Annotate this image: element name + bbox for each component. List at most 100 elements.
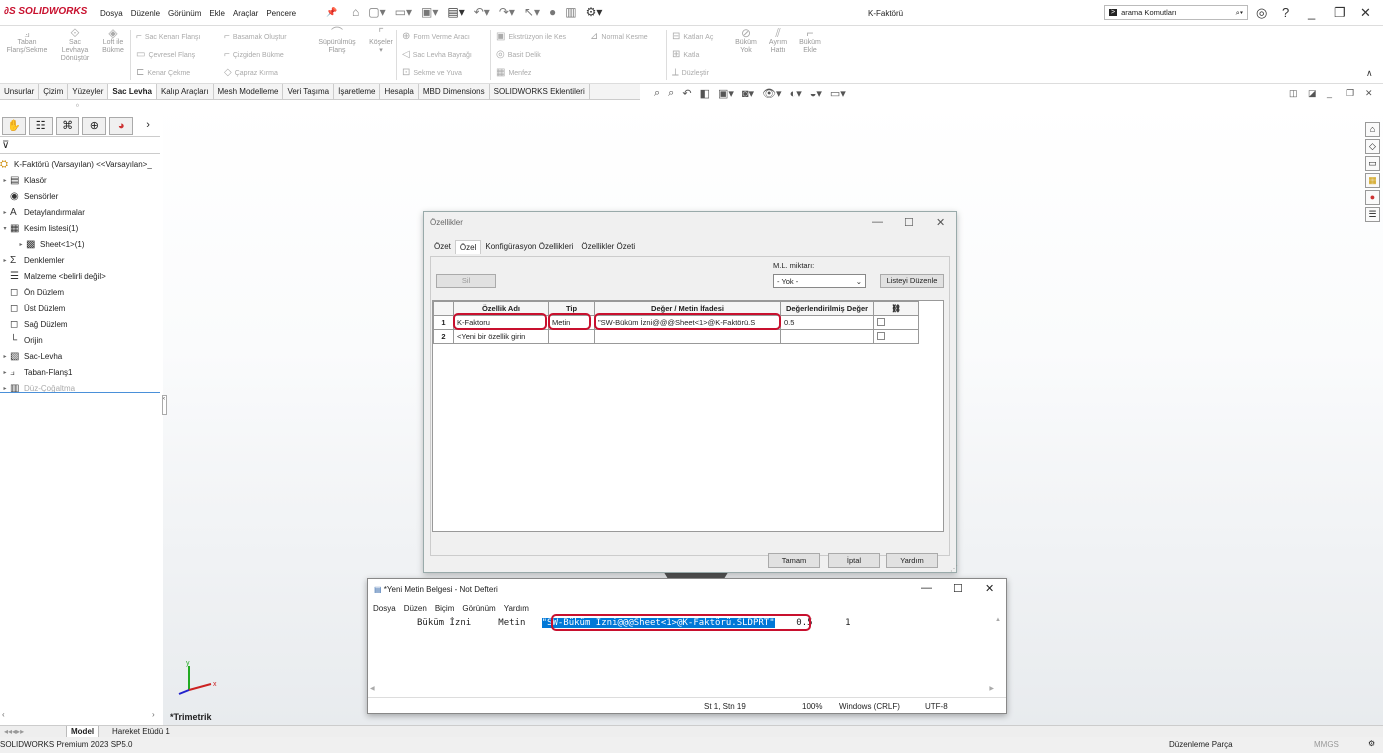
cmd-tab-3[interactable]: Sac Levha bbox=[108, 84, 157, 99]
notepad-menu-2[interactable]: Biçim bbox=[435, 604, 455, 613]
tile-icon[interactable]: ◫ bbox=[1289, 88, 1298, 99]
resize-grip[interactable]: ⋰ bbox=[950, 564, 958, 573]
tree-item[interactable]: ☰ Malzeme <belirli değil> bbox=[0, 268, 162, 284]
cmd-tab-9[interactable]: MBD Dimensions bbox=[419, 84, 490, 99]
configuration-tab-icon[interactable]: ⌘ bbox=[55, 117, 80, 135]
open-icon[interactable]: ▭▾ bbox=[395, 5, 412, 19]
flatten-button[interactable]: ⟂ Düzleştir bbox=[672, 67, 709, 78]
panel-grip[interactable]: ⁰ bbox=[76, 103, 79, 111]
help-icon[interactable]: ? bbox=[1282, 5, 1289, 20]
cmd-tab-5[interactable]: Mesh Modelleme bbox=[214, 84, 284, 99]
dialog-tab-1[interactable]: Özel bbox=[454, 240, 482, 254]
cmd-tab-8[interactable]: Hesapla bbox=[380, 84, 419, 99]
zoom-fit-icon[interactable]: ⌕ bbox=[654, 87, 660, 100]
tree-root[interactable]: ⛭ K-Faktörü (Varsayılan) <<Varsayılan>_ bbox=[0, 156, 162, 172]
delete-button[interactable]: Sil bbox=[436, 274, 496, 288]
base-flange-button[interactable]: ⟓ Taban Flanş/Sekme bbox=[4, 27, 50, 55]
feature-tree-tab-icon[interactable]: ✋ bbox=[2, 117, 26, 135]
extruded-cut-button[interactable]: ▣ Ekstrüzyon ile Kes bbox=[496, 31, 566, 42]
dimxpert-tab-icon[interactable]: ⊕ bbox=[82, 117, 107, 135]
fold-button[interactable]: ⊞ Katla bbox=[672, 49, 699, 60]
status-units[interactable]: MMGS bbox=[1314, 740, 1339, 749]
link-checkbox[interactable] bbox=[873, 315, 919, 330]
notepad-menu-4[interactable]: Yardım bbox=[504, 604, 529, 613]
search-box[interactable]: > arama Komutları ⌕▾ bbox=[1104, 5, 1248, 20]
panel-splitter[interactable]: ‹ bbox=[162, 395, 167, 415]
search-input[interactable]: arama Komutları bbox=[1121, 8, 1232, 17]
zoom-area-icon[interactable]: ⌕ bbox=[668, 87, 674, 100]
notepad-menu-1[interactable]: Düzen bbox=[404, 604, 427, 613]
tree-scrollbar[interactable]: ‹ › bbox=[0, 710, 160, 722]
lofted-bend-button[interactable]: ◈ Loft ile Bükme bbox=[98, 27, 128, 55]
miter-flange-button[interactable]: ▭ Çevresel Flanş bbox=[136, 49, 195, 60]
cmd-tab-10[interactable]: SOLIDWORKS Eklentileri bbox=[490, 84, 590, 99]
cmd-tab-0[interactable]: Unsurlar bbox=[0, 84, 40, 99]
cross-break-button[interactable]: ◇ Çapraz Kırma bbox=[224, 67, 278, 78]
menu-item-3[interactable]: Ekle bbox=[209, 9, 225, 18]
expand-arrow-icon[interactable]: ▸ bbox=[0, 385, 10, 392]
notepad-menu-3[interactable]: Görünüm bbox=[462, 604, 495, 613]
restore-icon[interactable]: ❐ bbox=[1334, 5, 1346, 21]
tree-item[interactable]: ◻ Sağ Düzlem bbox=[0, 316, 162, 332]
sheetmetal-gusset-button[interactable]: ◁ Sac Levha Bayrağı bbox=[402, 49, 472, 60]
collapse-ribbon-icon[interactable]: ∧ bbox=[1366, 68, 1373, 79]
status-settings-icon[interactable]: ⚙ bbox=[1368, 739, 1375, 748]
property-manager-tab-icon[interactable]: ☷ bbox=[28, 117, 53, 135]
menu-item-1[interactable]: Düzenle bbox=[131, 9, 160, 18]
tree-item[interactable]: ▾ ▦ Kesim listesi(1) bbox=[0, 220, 162, 236]
menu-item-4[interactable]: Araçlar bbox=[233, 9, 258, 18]
tree-item[interactable]: ▸ ⟓ Taban-Flanş1 bbox=[0, 364, 162, 380]
doc-close-icon[interactable]: ✕ bbox=[1365, 88, 1373, 99]
tree-item[interactable]: └ Orijin bbox=[0, 332, 162, 348]
notepad-maximize-icon[interactable]: ☐ bbox=[953, 582, 963, 595]
hide-show-icon[interactable]: 👁▾ bbox=[762, 87, 782, 100]
menu-item-0[interactable]: Dosya bbox=[100, 9, 123, 18]
dialog-maximize-icon[interactable]: ☐ bbox=[904, 216, 914, 229]
unfold-button[interactable]: ⊟ Katları Aç bbox=[672, 31, 713, 42]
value-cell[interactable] bbox=[594, 329, 781, 344]
type-cell[interactable] bbox=[548, 329, 595, 344]
notepad-minimize-icon[interactable]: — bbox=[921, 582, 932, 594]
collapse-arrow-icon[interactable]: ▾ bbox=[0, 225, 10, 232]
tree-item[interactable]: ◻ Ön Düzlem bbox=[0, 284, 162, 300]
hem-button[interactable]: ⊏ Kenar Çekme bbox=[136, 67, 190, 78]
tree-item[interactable]: ▸ Σ Denklemler bbox=[0, 252, 162, 268]
jog-button[interactable]: ⌐ Basamak Oluştur bbox=[224, 31, 287, 42]
property-name-cell[interactable]: <Yeni bir özellik girin bbox=[453, 329, 549, 344]
corners-button[interactable]: ⌜ Köşeler ▾ bbox=[366, 27, 396, 55]
rebuild-icon[interactable]: ● bbox=[549, 5, 556, 19]
expand-arrow-icon[interactable]: ▸ bbox=[16, 241, 26, 248]
sketched-bend-button[interactable]: ⌐ Çizgiden Bükme bbox=[224, 49, 284, 60]
scene-icon[interactable]: ◒▾ bbox=[810, 87, 822, 100]
new-icon[interactable]: ▢▾ bbox=[368, 5, 385, 19]
forming-tool-button[interactable]: ⊕ Form Verme Aracı bbox=[402, 31, 470, 42]
bom-quantity-select[interactable]: - Yok - ⌄ bbox=[773, 274, 866, 288]
expand-arrow-icon[interactable]: ▸ bbox=[0, 353, 10, 360]
view-settings-icon[interactable]: ▭▾ bbox=[830, 87, 846, 100]
simple-hole-button[interactable]: ◎ Basit Delik bbox=[496, 49, 541, 60]
tab-scroll-arrows[interactable]: ◂◂◂▸▸ bbox=[0, 726, 60, 737]
dialog-minimize-icon[interactable]: — bbox=[872, 216, 883, 228]
tree-item[interactable]: ▸ ▤ Klasör bbox=[0, 172, 162, 188]
dialog-tab-0[interactable]: Özet bbox=[430, 240, 455, 254]
view-palette-icon[interactable]: ▦ bbox=[1365, 173, 1380, 188]
file-explorer-icon[interactable]: ▭ bbox=[1365, 156, 1380, 171]
help-button[interactable]: Yardım bbox=[886, 553, 938, 568]
tree-item[interactable]: ▸ ▩ Sheet<1>(1) bbox=[0, 236, 162, 252]
expand-arrow-icon[interactable]: ▸ bbox=[0, 369, 10, 376]
cmd-tab-7[interactable]: İşaretleme bbox=[334, 84, 381, 99]
dialog-tab-2[interactable]: Konfigürasyon Özellikleri bbox=[481, 240, 577, 254]
insert-bends-button[interactable]: ⌐ Büküm Ekle bbox=[796, 27, 824, 55]
cmd-tab-6[interactable]: Veri Taşıma bbox=[283, 84, 335, 99]
notepad-close-icon[interactable]: ✕ bbox=[985, 582, 994, 595]
convert-sheetmetal-button[interactable]: ⟐ Sac Levhaya Dönüştür bbox=[56, 27, 94, 63]
expand-arrow-icon[interactable]: ▸ bbox=[0, 177, 10, 184]
tree-item[interactable]: ◻ Üst Düzlem bbox=[0, 300, 162, 316]
link-checkbox[interactable] bbox=[873, 329, 919, 344]
no-bends-button[interactable]: ⊘ Büküm Yok bbox=[732, 27, 760, 55]
home-icon[interactable]: ⌂ bbox=[352, 5, 359, 19]
save-icon[interactable]: ▣▾ bbox=[421, 5, 438, 19]
notepad-vscroll[interactable]: ▲ bbox=[995, 617, 1005, 687]
solidworks-logo[interactable]: ∂S SOLIDWORKS bbox=[4, 6, 87, 17]
tab-slot-button[interactable]: ⊡ Sekme ve Yuva bbox=[402, 67, 462, 78]
